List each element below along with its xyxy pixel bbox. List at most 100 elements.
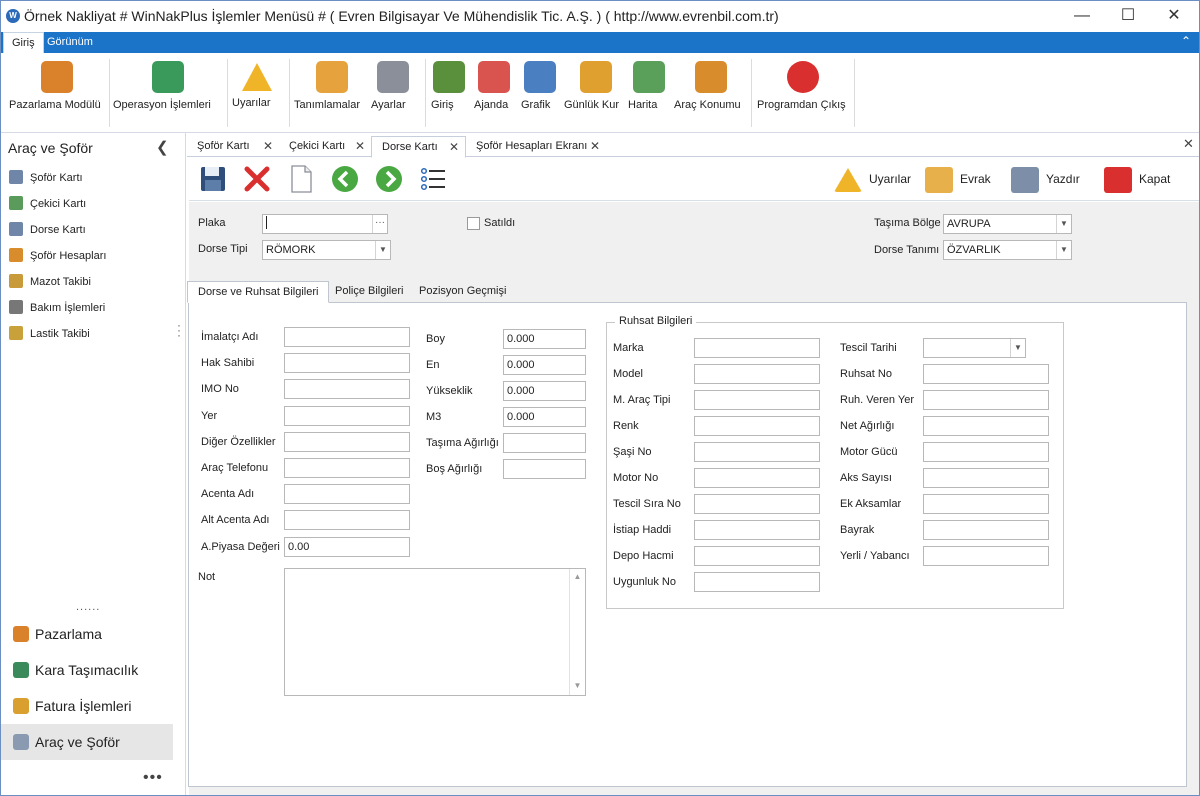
left-input-alt-acenta-adi[interactable] xyxy=(284,510,410,531)
ruhsat-input-renk[interactable] xyxy=(694,416,820,436)
toolbar-evrak-button[interactable]: Evrak xyxy=(925,164,991,194)
mid-input-yukseklik[interactable]: 0.000 xyxy=(503,381,586,401)
ruhsat-input-motor-no[interactable] xyxy=(694,468,820,488)
dorse-tanimi-select[interactable]: ÖZVARLIK ▼ xyxy=(943,240,1072,260)
new-document-icon[interactable] xyxy=(287,165,315,193)
close-tab-icon[interactable]: ✕ xyxy=(449,137,459,157)
ribbon-button-programdan-cikis[interactable]: Programdan Çıkış xyxy=(757,59,849,123)
mid-input-bos-agirligi[interactable] xyxy=(503,459,586,479)
ruhsat-input-yerli-yabanci[interactable] xyxy=(923,546,1049,566)
tab-dorse-ruhsat-bilgileri[interactable]: Dorse ve Ruhsat Bilgileri xyxy=(187,281,330,303)
close-tab-icon[interactable]: ✕ xyxy=(263,136,273,156)
sidebar-item-sofor-hesaplari[interactable]: Şoför Hesapları xyxy=(9,245,106,267)
ribbon-button-arac-konumu[interactable]: Araç Konumu xyxy=(674,59,748,123)
chevron-down-icon[interactable]: ▼ xyxy=(1056,241,1071,259)
plaka-input[interactable]: ··· xyxy=(262,214,388,234)
maximize-button[interactable]: ☐ xyxy=(1105,1,1151,32)
ribbon-button-pazarlama-modulu[interactable]: Pazarlama Modülü xyxy=(9,59,105,123)
ribbon-button-uyarilar[interactable]: Uyarılar xyxy=(232,59,282,123)
doc-tab-sofor-karti[interactable]: Şoför Kartı ✕ xyxy=(187,136,279,157)
ruhsat-input-istiap-haddi[interactable] xyxy=(694,520,820,540)
ruhsat-input-depo-hacmi[interactable] xyxy=(694,546,820,566)
tab-pozisyon-gecmisi[interactable]: Pozisyon Geçmişi xyxy=(409,281,516,302)
ribbon-button-ayarlar[interactable]: Ayarlar xyxy=(371,59,415,123)
ribbon-button-gunluk-kur[interactable]: Günlük Kur xyxy=(564,59,628,123)
sidebar-collapse-icon[interactable]: ❮ xyxy=(156,138,169,156)
mid-input-tasima-agirligi[interactable] xyxy=(503,433,586,453)
ruhsat-input-marka[interactable] xyxy=(694,338,820,358)
chevron-down-icon[interactable]: ▼ xyxy=(375,241,390,259)
next-icon[interactable] xyxy=(375,165,403,193)
left-input-diger-ozellikler[interactable] xyxy=(284,431,410,452)
minimize-button[interactable]: — xyxy=(1059,1,1105,32)
ruhsat-input-ek-aksamlar[interactable] xyxy=(923,494,1049,514)
left-input-arac-telefonu[interactable] xyxy=(284,458,410,478)
doc-tab-cekici-karti[interactable]: Çekici Kartı ✕ xyxy=(279,136,371,157)
previous-icon[interactable] xyxy=(331,165,359,193)
ribbon-button-operasyon-islemleri[interactable]: Operasyon İşlemleri xyxy=(113,59,223,123)
dorse-tipi-select[interactable]: RÖMORK ▼ xyxy=(262,240,391,260)
left-input-yer[interactable] xyxy=(284,405,410,426)
doc-tab-sofor-hesaplari-ekrani[interactable]: Şoför Hesapları Ekranı ✕ xyxy=(466,136,606,157)
delete-icon[interactable] xyxy=(243,165,271,193)
not-textarea[interactable]: ▲ ▼ xyxy=(284,568,586,696)
sidebar-more-icon[interactable]: ••• xyxy=(143,769,163,787)
mid-input-m3[interactable]: 0.000 xyxy=(503,407,586,427)
close-window-button[interactable]: ✕ xyxy=(1151,1,1197,32)
sidebar-item-dorse-karti[interactable]: Dorse Kartı xyxy=(9,219,86,241)
left-input-imo-no[interactable] xyxy=(284,379,410,400)
ruhsat-input-bayrak[interactable] xyxy=(923,520,1049,540)
left-input-hak-sahibi[interactable] xyxy=(284,353,410,374)
ruhsat-input-model[interactable] xyxy=(694,364,820,384)
close-tab-icon[interactable]: ✕ xyxy=(590,136,600,156)
sidebar-item-mazot-takibi[interactable]: Mazot Takibi xyxy=(9,271,91,293)
doc-tab-dorse-karti[interactable]: Dorse Kartı ✕ xyxy=(371,136,466,158)
mid-input-boy[interactable]: 0.000 xyxy=(503,329,586,349)
ribbon-button-ajanda[interactable]: Ajanda xyxy=(474,59,514,123)
ribbon-button-harita[interactable]: Harita xyxy=(628,59,670,123)
left-input-a-piyasa-degeri[interactable]: 0.00 xyxy=(284,536,410,557)
chevron-down-icon[interactable]: ▼ xyxy=(1010,339,1025,357)
ruhsat-input-m-arac-tipi[interactable] xyxy=(694,390,820,410)
ruhsat-input-aks-sayisi[interactable] xyxy=(923,468,1049,488)
list-icon[interactable] xyxy=(419,165,447,193)
toolbar-yazdir-button[interactable]: Yazdır xyxy=(1011,164,1080,194)
satildi-checkbox[interactable] xyxy=(467,217,480,230)
plaka-lookup-button[interactable]: ··· xyxy=(372,215,387,233)
ribbon-button-giris[interactable]: Giriş xyxy=(431,59,467,123)
ruhsat-input-sasi-no[interactable] xyxy=(694,442,820,462)
mid-input-en[interactable]: 0.000 xyxy=(503,355,586,375)
ruhsat-input-net-agirligi[interactable] xyxy=(923,416,1049,436)
sidebar-group-pazarlama[interactable]: Pazarlama xyxy=(1,616,173,652)
sidebar-item-sofor-karti[interactable]: Şoför Kartı xyxy=(9,167,83,189)
ruhsat-input-tescil-sira-no[interactable] xyxy=(694,494,820,514)
not-scrollbar[interactable]: ▲ ▼ xyxy=(569,569,585,695)
ruhsat-input-uygunluk-no[interactable] xyxy=(694,572,820,592)
sidebar-group-fatura-islemleri[interactable]: Fatura İşlemleri xyxy=(1,688,173,724)
ruhsat-input-tescil-tarihi[interactable]: ▼ xyxy=(923,338,1026,358)
close-all-tabs-icon[interactable]: ✕ xyxy=(1183,136,1194,152)
toolbar-kapat-button[interactable]: Kapat xyxy=(1104,164,1170,194)
sidebar-group-arac-ve-sofor[interactable]: Araç ve Şoför xyxy=(1,724,173,760)
ribbon-collapse-icon[interactable]: ⌃ xyxy=(1181,34,1191,48)
ribbon-button-grafik[interactable]: Grafik xyxy=(521,59,559,123)
ruhsat-input-motor-gucu[interactable] xyxy=(923,442,1049,462)
sidebar-item-cekici-karti[interactable]: Çekici Kartı xyxy=(9,193,86,215)
ribbon-button-tanimlamalar[interactable]: Tanımlamalar xyxy=(294,59,370,123)
sidebar-item-lastik-takibi[interactable]: Lastik Takibi xyxy=(9,323,90,345)
ribbon-tab-gorunum[interactable]: Görünüm xyxy=(39,32,101,53)
tab-police-bilgileri[interactable]: Poliçe Bilgileri xyxy=(325,281,413,302)
chevron-down-icon[interactable]: ▼ xyxy=(1056,215,1071,233)
left-input-acenta-adi[interactable] xyxy=(284,484,410,505)
sidebar-splitter-dots[interactable]: ...... xyxy=(76,601,100,613)
ruhsat-input-ruh-veren-yer[interactable] xyxy=(923,390,1049,410)
left-input-imalatci-adi[interactable] xyxy=(284,327,410,347)
save-icon[interactable] xyxy=(199,165,227,193)
ruhsat-input-ruhsat-no[interactable] xyxy=(923,364,1049,384)
sidebar-item-bakim-islemleri[interactable]: Bakım İşlemleri xyxy=(9,297,105,319)
tasima-bolge-select[interactable]: AVRUPA ▼ xyxy=(943,214,1072,234)
sidebar-group-kara-tasimacilik[interactable]: Kara Taşımacılık xyxy=(1,652,173,688)
ribbon-tab-giris[interactable]: Giriş xyxy=(3,32,44,53)
panel-splitter-handle[interactable]: · · · xyxy=(177,319,181,341)
close-tab-icon[interactable]: ✕ xyxy=(355,136,365,156)
